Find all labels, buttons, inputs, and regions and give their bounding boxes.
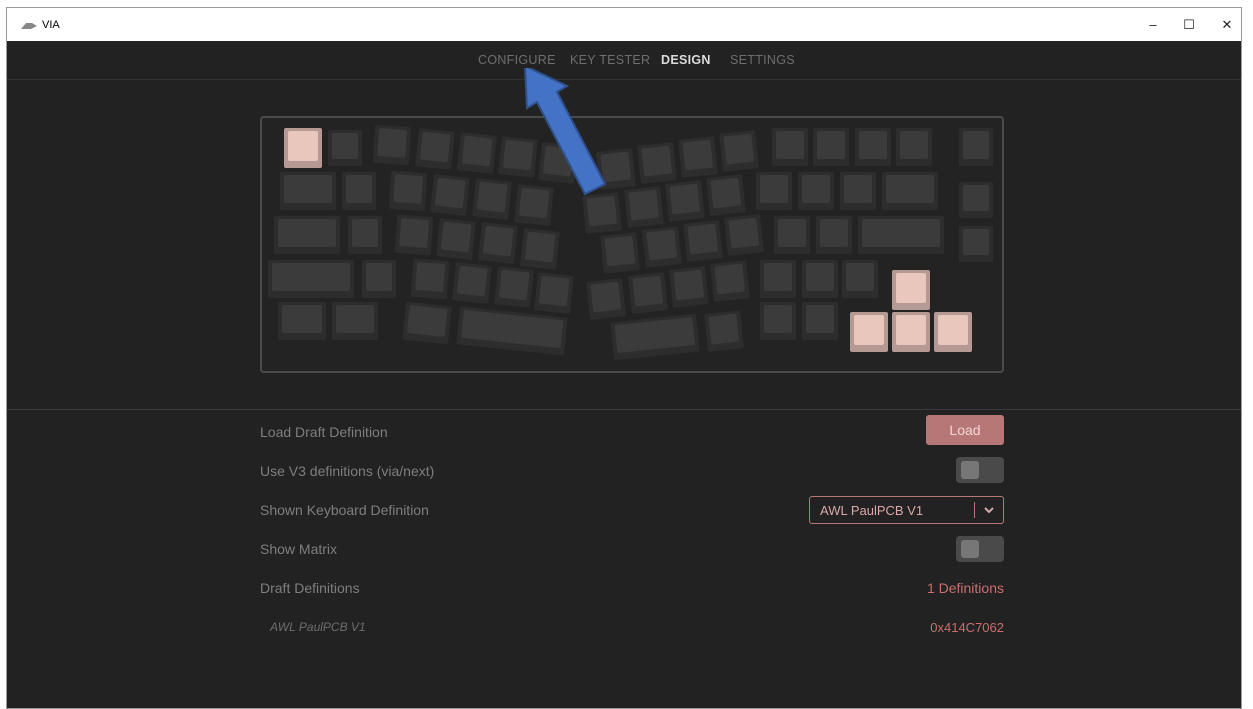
keycap — [478, 222, 518, 264]
keycap — [669, 266, 709, 308]
blue-arrow-icon — [524, 68, 607, 196]
load-draft-label: Load Draft Definition — [260, 424, 388, 440]
keycap — [665, 180, 705, 222]
draft-item-id: 0x414C7062 — [930, 620, 1004, 635]
keycap — [534, 272, 574, 314]
keycap — [959, 226, 993, 262]
app-window: VIA – ☐ ✕ CONFIGURE KEY TESTER DESIGN SE… — [7, 8, 1241, 708]
load-button[interactable]: Load — [926, 415, 1004, 445]
keycap — [436, 218, 476, 260]
keycap — [719, 130, 759, 172]
keycap — [813, 128, 849, 166]
keycap — [678, 136, 718, 178]
keycap-highlighted — [892, 312, 930, 352]
keycap — [342, 172, 376, 210]
keycap — [415, 128, 455, 170]
keycap — [348, 216, 382, 254]
keycap — [706, 174, 746, 216]
keycap — [624, 186, 664, 228]
keycap — [280, 172, 336, 210]
draft-definitions-count: 1 Definitions — [926, 580, 1004, 596]
keycap — [586, 278, 626, 320]
keycap — [816, 216, 852, 254]
tab-design[interactable]: DESIGN — [661, 53, 711, 67]
keycap — [710, 260, 750, 302]
keycap-highlighted — [892, 270, 930, 310]
keycap — [959, 128, 993, 166]
keycap — [472, 178, 512, 220]
keyboard-preview — [260, 116, 1004, 373]
keycap — [268, 260, 354, 298]
keycap — [278, 302, 326, 340]
keycap — [457, 132, 497, 174]
toggle-knob — [961, 461, 979, 479]
tab-settings[interactable]: SETTINGS — [730, 53, 795, 67]
keycap — [600, 232, 640, 274]
keycap — [842, 260, 878, 298]
show-matrix-toggle[interactable] — [956, 536, 1004, 562]
keycap — [802, 302, 838, 340]
tab-key-tester[interactable]: KEY TESTER — [570, 53, 650, 67]
keycap — [858, 216, 944, 254]
chevron-down-icon — [984, 507, 994, 514]
definition-select[interactable]: AWL PaulPCB V1 — [809, 496, 1004, 524]
keycap — [372, 124, 412, 166]
keycap — [855, 128, 891, 166]
top-nav: CONFIGURE KEY TESTER DESIGN SETTINGS — [7, 41, 1241, 80]
keycap — [430, 174, 470, 216]
keycap — [774, 216, 810, 254]
keycap — [520, 228, 560, 270]
use-v3-label: Use V3 definitions (via/next) — [260, 463, 435, 479]
toggle-knob — [961, 540, 979, 558]
keycap — [896, 128, 932, 166]
keycap — [274, 216, 340, 254]
shown-definition-label: Shown Keyboard Definition — [260, 502, 429, 518]
keycap — [637, 142, 677, 184]
via-logo-icon — [21, 23, 37, 29]
keycap — [683, 220, 723, 262]
keycap — [388, 170, 428, 212]
keycap — [724, 214, 764, 256]
definition-select-value: AWL PaulPCB V1 — [820, 503, 924, 518]
keycap — [452, 262, 492, 304]
keycap-highlighted — [934, 312, 972, 352]
use-v3-toggle[interactable] — [956, 457, 1004, 483]
keycap — [610, 313, 700, 361]
tab-configure[interactable]: CONFIGURE — [478, 53, 556, 67]
show-matrix-label: Show Matrix — [260, 541, 338, 557]
keycap — [328, 130, 362, 166]
keycap — [410, 258, 450, 300]
keycap — [760, 302, 796, 340]
keycap — [394, 214, 434, 256]
keycap — [959, 182, 993, 218]
minimize-button[interactable]: – — [1133, 8, 1173, 41]
keycap — [772, 128, 808, 166]
maximize-button[interactable]: ☐ — [1169, 8, 1209, 41]
keycap — [840, 172, 876, 210]
window-title: VIA — [42, 19, 60, 31]
keycap-highlighted — [284, 128, 322, 168]
close-button[interactable]: ✕ — [1207, 8, 1241, 41]
keycap — [332, 302, 378, 340]
draft-definitions-label: Draft Definitions — [260, 580, 360, 596]
keycap — [704, 310, 744, 352]
keycap — [494, 266, 534, 308]
keycap — [362, 260, 396, 298]
draft-item-name: AWL PaulPCB V1 — [270, 620, 366, 634]
keycap — [802, 260, 838, 298]
keycap — [756, 172, 792, 210]
select-separator — [974, 502, 975, 518]
keyboard-layout — [268, 124, 993, 361]
keycap — [798, 172, 834, 210]
keycap — [402, 301, 452, 345]
keycap-highlighted — [850, 312, 888, 352]
keycap — [642, 226, 682, 268]
section-divider — [7, 409, 1241, 410]
keycap — [760, 260, 796, 298]
title-bar[interactable]: VIA – ☐ ✕ — [7, 8, 1241, 41]
keycap — [456, 306, 568, 356]
keycap — [628, 272, 668, 314]
keycap — [882, 172, 938, 210]
